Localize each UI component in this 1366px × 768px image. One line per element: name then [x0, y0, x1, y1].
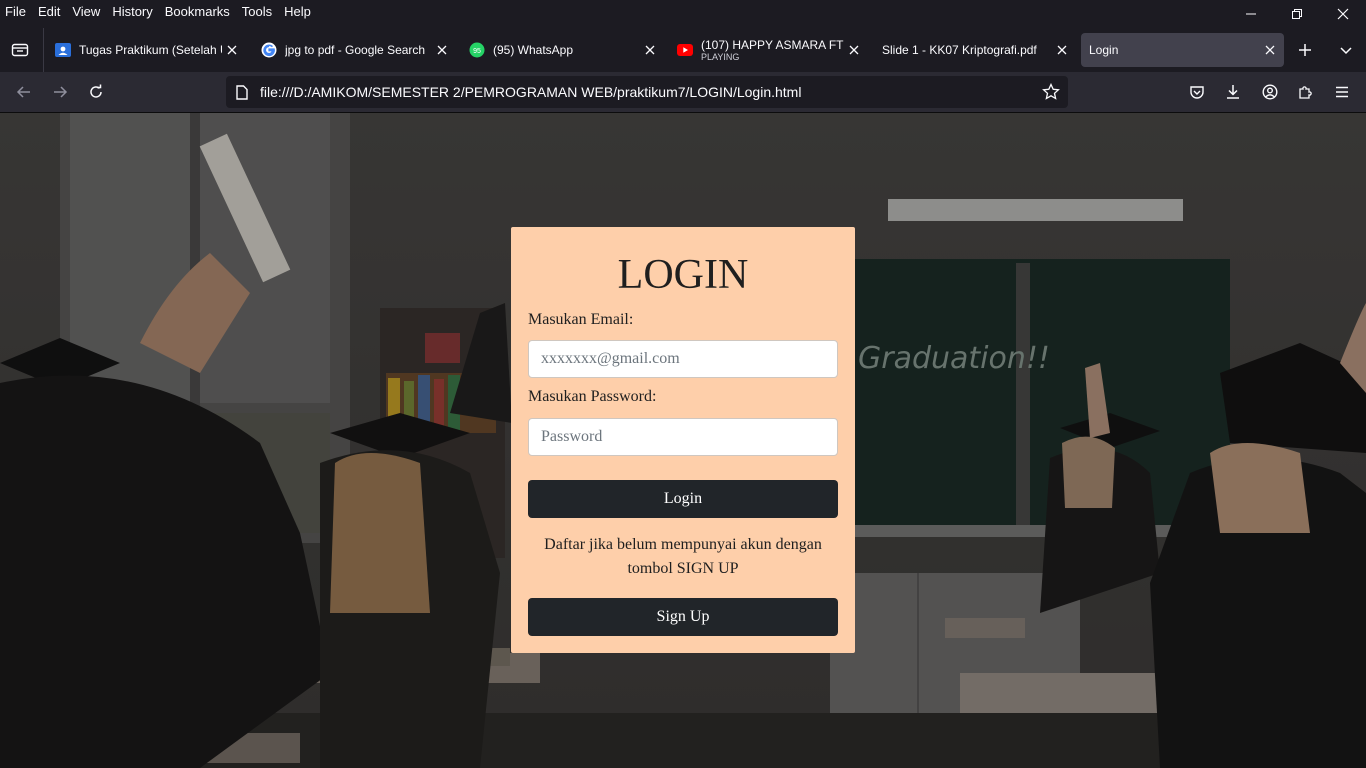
tab-google-search[interactable]: jpg to pdf - Google Search [252, 33, 456, 67]
close-icon [849, 45, 859, 55]
tab-close-button[interactable] [1260, 40, 1280, 60]
tab-close-button[interactable] [844, 40, 864, 60]
email-label: Masukan Email: [528, 311, 634, 328]
close-icon [1057, 45, 1067, 55]
reload-button[interactable] [82, 78, 110, 106]
restore-button[interactable] [1274, 0, 1320, 28]
chevron-down-icon [1340, 47, 1352, 55]
pocket-icon [1190, 86, 1204, 99]
restore-icon [1292, 9, 1302, 19]
signup-button[interactable]: Sign Up [528, 598, 838, 636]
downloads-button[interactable] [1219, 78, 1247, 106]
minimize-icon [1246, 13, 1256, 15]
account-button[interactable] [1256, 78, 1284, 106]
close-icon [1337, 8, 1349, 20]
pocket-button[interactable] [1183, 78, 1211, 106]
tab-whatsapp[interactable]: 95 (95) WhatsApp [460, 33, 664, 67]
login-card: LOGIN Masukan Email: Masukan Password: L… [511, 227, 855, 653]
password-label: Masukan Password: [528, 388, 657, 405]
close-icon [1265, 45, 1275, 55]
plus-icon [1299, 44, 1311, 56]
file-icon [234, 84, 250, 100]
tab-separator [43, 28, 44, 72]
login-button[interactable]: Login [528, 480, 838, 518]
tab-playing-label: PLAYING [701, 52, 740, 62]
menu-bookmarks[interactable]: Bookmarks [159, 1, 236, 23]
menu-view[interactable]: View [66, 1, 106, 23]
tab-kriptografi-pdf[interactable]: Slide 1 - KK07 Kriptografi.pdf [872, 33, 1076, 67]
tab-close-button[interactable] [222, 40, 242, 60]
close-window-button[interactable] [1320, 0, 1366, 28]
menu-bar: File Edit View History Bookmarks Tools H… [0, 0, 1366, 24]
email-input[interactable] [528, 340, 838, 378]
tab-title: (107) HAPPY ASMARA FT HAPPY [701, 38, 844, 52]
menu-edit[interactable]: Edit [32, 1, 66, 23]
forward-arrow-icon [54, 86, 68, 98]
address-bar[interactable]: file:///D:/AMIKOM/SEMESTER 2/PEMROGRAMAN… [226, 76, 1068, 108]
hamburger-menu-icon [1336, 86, 1348, 98]
tab-login[interactable]: Login [1081, 33, 1284, 67]
new-tab-button[interactable] [1291, 36, 1319, 64]
app-menu-button[interactable] [1328, 78, 1356, 106]
close-icon [227, 45, 237, 55]
firefox-view-icon [11, 43, 29, 57]
google-classroom-icon [55, 42, 71, 58]
password-input[interactable] [528, 418, 838, 456]
google-icon [261, 42, 277, 58]
tab-title: jpg to pdf - Google Search [285, 43, 426, 57]
navigation-toolbar: file:///D:/AMIKOM/SEMESTER 2/PEMROGRAMAN… [0, 72, 1366, 113]
back-arrow-icon [16, 86, 30, 98]
menu-help[interactable]: Help [278, 1, 317, 23]
tab-strip: Tugas Praktikum (Setelah UTS) jpg to pdf… [0, 28, 1366, 72]
window-controls [1228, 0, 1366, 28]
list-all-tabs-button[interactable] [1332, 36, 1360, 64]
svg-text:95: 95 [473, 48, 481, 55]
puzzle-icon [1299, 86, 1312, 99]
tab-close-button[interactable] [432, 40, 452, 60]
tab-title: Login [1089, 43, 1119, 57]
close-icon [437, 45, 447, 55]
tab-youtube[interactable]: (107) HAPPY ASMARA FT HAPPY PLAYING [668, 33, 868, 67]
page-content: Graduation!! LOGIN Masukan Email: xxxxxx… [0, 113, 1366, 768]
close-icon [645, 45, 655, 55]
account-icon [1262, 84, 1278, 100]
menu-history[interactable]: History [106, 1, 158, 23]
tab-title: (95) WhatsApp [493, 43, 574, 57]
tab-title: Tugas Praktikum (Setelah UTS) [79, 43, 222, 57]
signup-info-text: Daftar jika belum mempunyai akun dengan … [544, 536, 822, 577]
bookmark-star-icon[interactable] [1042, 83, 1060, 101]
tab-title: Slide 1 - KK07 Kriptografi.pdf [882, 43, 1037, 57]
tab-tugas-praktikum[interactable]: Tugas Praktikum (Setelah UTS) [46, 33, 246, 67]
reload-icon [90, 84, 102, 98]
tab-close-button[interactable] [640, 40, 660, 60]
download-icon [1227, 85, 1239, 99]
menu-tools[interactable]: Tools [236, 1, 278, 23]
extensions-button[interactable] [1292, 78, 1320, 106]
tab-close-button[interactable] [1052, 40, 1072, 60]
firefox-view-button[interactable] [4, 36, 36, 64]
whatsapp-icon: 95 [469, 42, 485, 58]
url-text: file:///D:/AMIKOM/SEMESTER 2/PEMROGRAMAN… [260, 84, 802, 100]
forward-button[interactable] [46, 78, 74, 106]
youtube-icon [677, 42, 693, 58]
back-button[interactable] [10, 78, 38, 106]
menu-file[interactable]: File [0, 1, 32, 23]
minimize-button[interactable] [1228, 0, 1274, 28]
login-title: LOGIN [617, 252, 749, 298]
